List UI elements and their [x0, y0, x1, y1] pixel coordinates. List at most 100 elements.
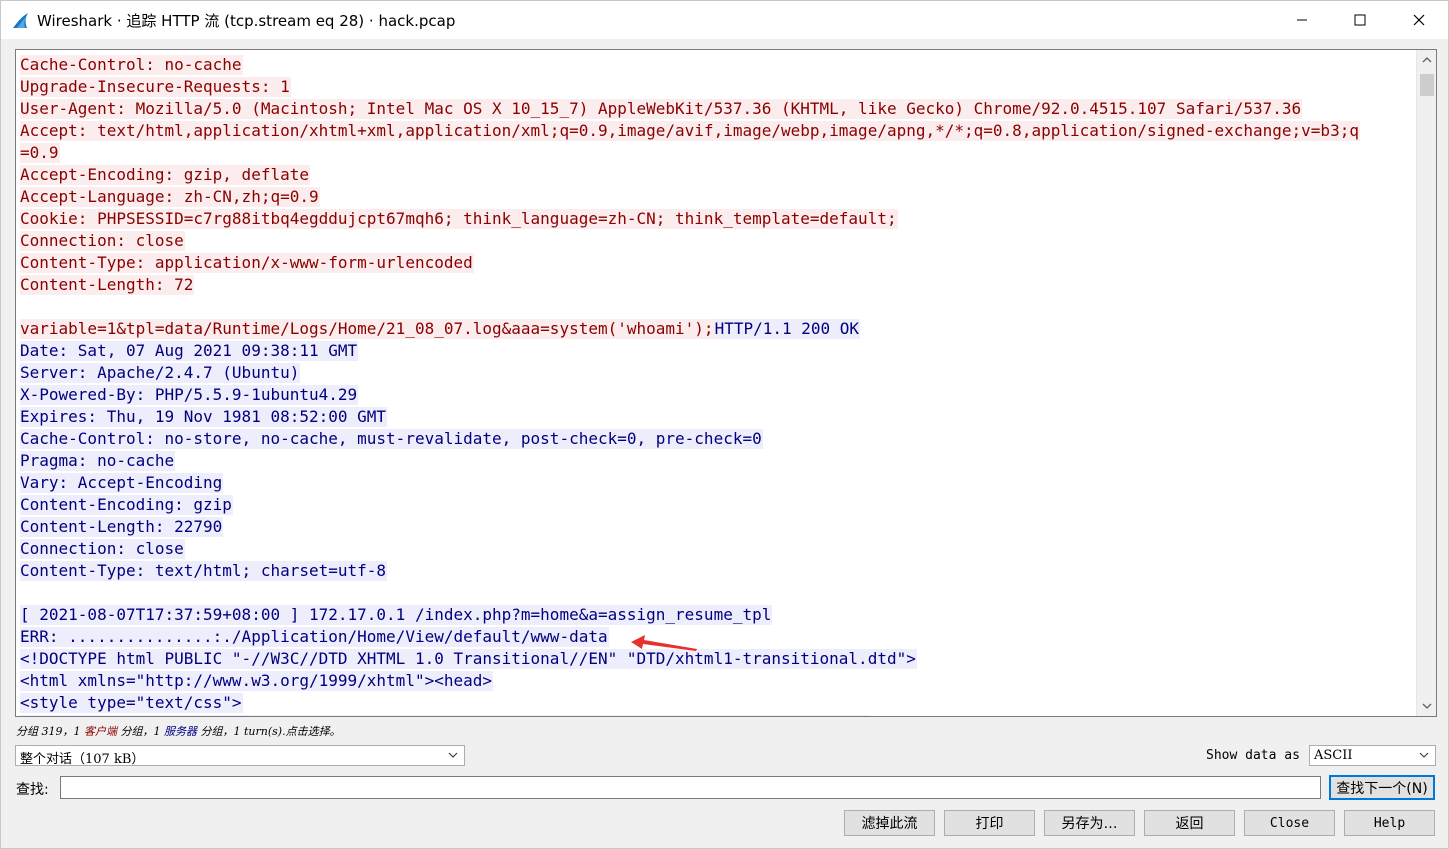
server-segment: Date: Sat, 07 Aug 2021 09:38:11 GMT: [20, 341, 359, 361]
client-segment: variable=1&tpl=data/Runtime/Logs/Home/21…: [20, 319, 715, 339]
back-button[interactable]: 返回: [1144, 810, 1235, 836]
stream-line: Expires: Thu, 19 Nov 1981 08:52:00 GMT: [20, 406, 1415, 428]
server-segment: X-Powered-By: PHP/5.5.9-1ubuntu4.29: [20, 385, 359, 405]
stream-line: Content-Encoding: gzip: [20, 494, 1415, 516]
stream-line: [20, 296, 1415, 318]
title-bar[interactable]: Wireshark · 追踪 HTTP 流 (tcp.stream eq 28)…: [1, 1, 1448, 39]
vertical-scrollbar[interactable]: [1416, 50, 1436, 716]
find-next-button[interactable]: 查找下一个(N): [1329, 775, 1435, 800]
server-segment: Server: Apache/2.4.7 (Ubuntu): [20, 363, 301, 383]
client-segment: Connection: close: [20, 231, 185, 251]
find-input[interactable]: [60, 776, 1321, 799]
scroll-down-arrow-icon[interactable]: [1417, 696, 1436, 716]
client-segment: Accept-Language: zh-CN,zh;q=0.9: [20, 187, 320, 207]
chevron-down-icon: [448, 752, 458, 758]
stream-content-view[interactable]: Cache-Control: no-cache Upgrade-Insecure-…: [15, 49, 1437, 717]
server-segment: <html xmlns="http://www.w3.org/1999/xhtm…: [20, 671, 494, 691]
stream-line: =0.9: [20, 142, 1415, 164]
stream-lines: Cache-Control: no-cache Upgrade-Insecure-…: [20, 54, 1415, 716]
server-segment: Content-Type: text/html; charset=utf-8: [20, 561, 388, 581]
scroll-up-arrow-icon[interactable]: [1417, 50, 1436, 70]
chevron-down-icon: [1419, 752, 1429, 758]
print-button[interactable]: 打印: [944, 810, 1035, 836]
help-button[interactable]: Help: [1344, 810, 1435, 836]
stream-line: Content-Length: 72: [20, 274, 1415, 296]
summary-client-label: 客户端: [84, 725, 117, 738]
server-segment: [20, 715, 869, 716]
summary-part-3: 分组，1 turn(s).点击选择。: [197, 725, 341, 738]
stream-line: Content-Type: application/x-www-form-url…: [20, 252, 1415, 274]
save-as-button[interactable]: 另存为…: [1044, 810, 1135, 836]
wireshark-fin-icon: [13, 13, 28, 28]
stream-line: <html xmlns="http://www.w3.org/1999/xhtm…: [20, 670, 1415, 692]
minimize-button[interactable]: [1273, 1, 1331, 39]
client-segment: Content-Length: 72: [20, 275, 195, 295]
server-segment: Expires: Thu, 19 Nov 1981 08:52:00 GMT: [20, 407, 388, 427]
summary-part-2: 分组，1: [117, 725, 164, 738]
scrollbar-thumb[interactable]: [1420, 74, 1434, 96]
show-data-as-value: ASCII: [1314, 748, 1353, 763]
filter-out-stream-button[interactable]: 滤掉此流: [844, 810, 935, 836]
maximize-button[interactable]: [1331, 1, 1389, 39]
stream-line: [20, 714, 1415, 716]
stream-line: Accept: text/html,application/xhtml+xml,…: [20, 120, 1415, 142]
server-segment: [ 2021-08-07T17:37:59+08:00 ] 172.17.0.1…: [20, 605, 773, 625]
client-segment: Cache-Control: no-cache: [20, 55, 243, 75]
find-label: 查找:: [16, 782, 49, 798]
client-segment: =0.9: [20, 143, 60, 163]
stream-line: <style type="text/css">: [20, 692, 1415, 714]
server-segment: <style type="text/css">: [20, 693, 243, 713]
server-segment: Content-Length: 22790: [20, 517, 224, 537]
stream-line: [20, 582, 1415, 604]
client-segment: User-Agent: Mozilla/5.0 (Macintosh; Inte…: [20, 99, 1303, 119]
stream-line: Accept-Language: zh-CN,zh;q=0.9: [20, 186, 1415, 208]
summary-part-1: 分组 319，1: [16, 725, 84, 738]
show-data-as-label: Show data as: [1206, 748, 1300, 763]
annotation-arrow-icon: [631, 635, 697, 651]
maximize-icon: [1354, 14, 1366, 26]
stream-line: ERR: ...............:./Application/Home/…: [20, 626, 1415, 648]
stream-line: User-Agent: Mozilla/5.0 (Macintosh; Inte…: [20, 98, 1415, 120]
stream-summary-text: 分组 319，1 客户端 分组，1 服务器 分组，1 turn(s).点击选择。: [16, 723, 341, 739]
stream-line: Cache-Control: no-cache: [20, 54, 1415, 76]
client-segment: Content-Type: application/x-www-form-url…: [20, 253, 474, 273]
stream-line: variable=1&tpl=data/Runtime/Logs/Home/21…: [20, 318, 1415, 340]
stream-line: [ 2021-08-07T17:37:59+08:00 ] 172.17.0.1…: [20, 604, 1415, 626]
stream-line: Content-Type: text/html; charset=utf-8: [20, 560, 1415, 582]
server-segment: <!DOCTYPE html PUBLIC "-//W3C//DTD XHTML…: [20, 649, 917, 669]
stream-line: Cache-Control: no-store, no-cache, must-…: [20, 428, 1415, 450]
stream-line: Connection: close: [20, 230, 1415, 252]
close-icon: [1413, 14, 1425, 26]
stream-line: Server: Apache/2.4.7 (Ubuntu): [20, 362, 1415, 384]
stream-line: Connection: close: [20, 538, 1415, 560]
stream-line: Vary: Accept-Encoding: [20, 472, 1415, 494]
show-data-as-select[interactable]: ASCII: [1309, 745, 1436, 766]
stream-line: Accept-Encoding: gzip, deflate: [20, 164, 1415, 186]
stream-line: X-Powered-By: PHP/5.5.9-1ubuntu4.29: [20, 384, 1415, 406]
stream-line: Upgrade-Insecure-Requests: 1: [20, 76, 1415, 98]
conversation-select-value: 整个对话（107 kB）: [20, 752, 145, 767]
client-segment: Accept-Encoding: gzip, deflate: [20, 165, 310, 185]
stream-line: <!DOCTYPE html PUBLIC "-//W3C//DTD XHTML…: [20, 648, 1415, 670]
stream-line: Content-Length: 22790: [20, 516, 1415, 538]
follow-stream-window: Wireshark · 追踪 HTTP 流 (tcp.stream eq 28)…: [0, 0, 1449, 849]
conversation-select[interactable]: 整个对话（107 kB）: [15, 745, 465, 767]
stream-line: Pragma: no-cache: [20, 450, 1415, 472]
stream-line: Date: Sat, 07 Aug 2021 09:38:11 GMT: [20, 340, 1415, 362]
minimize-icon: [1297, 19, 1307, 21]
server-segment: HTTP/1.1 200 OK: [714, 319, 861, 339]
server-segment: Pragma: no-cache: [20, 451, 176, 471]
summary-server-label: 服务器: [164, 725, 197, 738]
server-segment: ERR: ...............:./Application/Home/…: [20, 627, 609, 647]
server-segment: Vary: Accept-Encoding: [20, 473, 224, 493]
server-segment: Cache-Control: no-store, no-cache, must-…: [20, 429, 763, 449]
server-segment: Content-Encoding: gzip: [20, 495, 233, 515]
server-segment: Connection: close: [20, 539, 185, 559]
client-segment: Cookie: PHPSESSID=c7rg88itbq4egddujcpt67…: [20, 209, 898, 229]
close-window-button[interactable]: [1390, 1, 1448, 39]
close-button[interactable]: Close: [1244, 810, 1335, 836]
client-segment: Accept: text/html,application/xhtml+xml,…: [20, 121, 1360, 141]
client-segment: Upgrade-Insecure-Requests: 1: [20, 77, 291, 97]
window-title: Wireshark · 追踪 HTTP 流 (tcp.stream eq 28)…: [37, 12, 456, 30]
stream-line: Cookie: PHPSESSID=c7rg88itbq4egddujcpt67…: [20, 208, 1415, 230]
